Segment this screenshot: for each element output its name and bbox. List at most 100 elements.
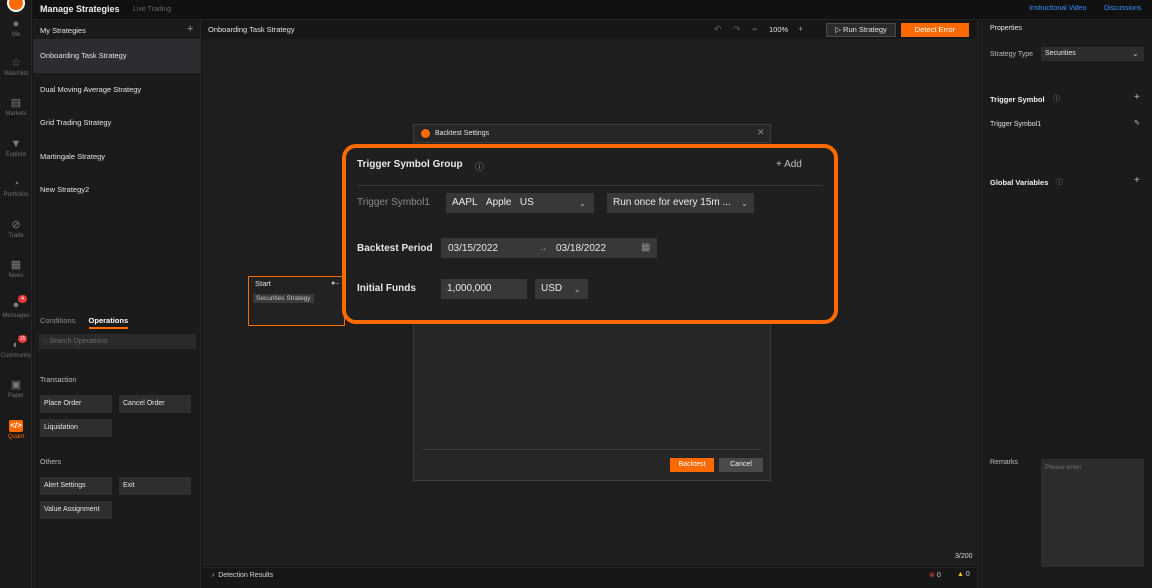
info-icon[interactable]: ⓘ [1053, 94, 1060, 104]
rail-item-label: Paper [7, 393, 24, 399]
chevron-down-icon: ⌄ [741, 199, 748, 208]
error-count: 0 [936, 572, 941, 579]
detect-error-button[interactable]: Detect Error [901, 23, 969, 37]
end-date[interactable]: 03/18/2022 [556, 243, 606, 254]
tab-conditions[interactable]: Conditions [40, 316, 75, 325]
strategy-item-new-strategy2[interactable]: New Strategy2 [33, 173, 201, 207]
rail-item-portfolios[interactable]: ◔ Portfolios [0, 178, 32, 198]
chevron-down-icon: ⌄ [574, 285, 581, 294]
error-icon: ⊗ [929, 572, 937, 579]
rail-item-label: Explore [5, 152, 27, 158]
rail-item-trade[interactable]: ⊘ Trade [0, 219, 32, 239]
rail-item-label: Messages [2, 313, 30, 319]
rail-item-label: Markets [5, 111, 27, 117]
dialog-divider [422, 449, 762, 450]
run-strategy-button[interactable]: ▷ Run Strategy [826, 23, 896, 37]
place-order-button[interactable]: Place Order [40, 395, 112, 413]
detection-results-label: Detection Results [218, 572, 274, 579]
strategy-item-martingale[interactable]: Martingale Strategy [33, 140, 201, 174]
connector-port-icon[interactable]: ●‒ [331, 280, 339, 287]
node-counter: 3/200 [955, 553, 973, 560]
run-strategy-label: Run Strategy [843, 25, 887, 34]
user-icon: ● [12, 18, 20, 30]
info-icon[interactable]: ⓘ [475, 160, 484, 173]
live-trading-tab[interactable]: Live Trading [133, 6, 171, 13]
strategy-item-grid-trading[interactable]: Grid Trading Strategy [33, 106, 201, 140]
discussions-link[interactable]: Discussions [1104, 5, 1141, 12]
canvas-title: Onboarding Task Strategy [208, 25, 295, 34]
warning-indicator[interactable]: ▲ 0 [957, 571, 970, 578]
instructional-video-link[interactable]: Instructional Video [1029, 5, 1086, 12]
liquidation-button[interactable]: Liquidation [40, 419, 112, 437]
add-label: Add [784, 159, 802, 170]
rail-item-label: Portfolios [3, 192, 29, 198]
frequency-select[interactable]: Run once for every 15m ... [607, 193, 754, 213]
others-section-title: Others [40, 459, 62, 466]
add-variable-plus-icon[interactable]: + [1134, 175, 1140, 186]
quant-icon: </> [9, 420, 23, 432]
cancel-button[interactable]: Cancel [719, 458, 763, 472]
strategy-item-onboarding[interactable]: Onboarding Task Strategy [33, 39, 201, 73]
undo-icon[interactable]: ↶ [714, 24, 722, 35]
zoom-out-icon[interactable]: − [752, 24, 757, 34]
symbol-name: Apple [485, 197, 512, 208]
rail-item-markets[interactable]: ▤ Markets [0, 97, 32, 117]
edit-pencil-icon[interactable]: ✎ [1134, 119, 1140, 127]
warning-icon: ▲ [957, 571, 966, 578]
rail-item-paper[interactable]: ▣ Paper [0, 379, 32, 399]
rail-item-explore[interactable]: ▼ Explore [0, 138, 32, 158]
rail-item-label: Quant [7, 434, 25, 440]
remarks-textarea[interactable]: Please enter [1041, 459, 1144, 567]
strategy-item-dual-moving-average[interactable]: Dual Moving Average Strategy [33, 73, 201, 107]
rail-item-me[interactable]: ● Me [0, 18, 32, 38]
cancel-order-button[interactable]: Cancel Order [119, 395, 191, 413]
strategy-type-select[interactable]: Securities [1041, 47, 1144, 61]
value-assignment-button[interactable]: Value Assignment [40, 501, 112, 519]
initial-funds-input[interactable]: 1,000,000 [441, 279, 527, 299]
add-strategy-plus-icon[interactable]: + [187, 23, 193, 35]
rail-item-messages[interactable]: ● Messages 4 [0, 295, 32, 319]
error-indicator[interactable]: ⊗ 0 [929, 571, 941, 579]
warning-count: 0 [965, 571, 970, 578]
symbol-ticker: AAPL [452, 197, 478, 208]
rail-item-label: Community [0, 353, 32, 359]
play-icon: ▷ [835, 25, 844, 34]
arrow-right-icon: → [538, 243, 548, 254]
explore-icon: ▼ [10, 138, 22, 150]
rail-item-quant[interactable]: </> Quant [0, 420, 32, 440]
trigger-symbol-title: Trigger Symbol [990, 95, 1045, 104]
close-icon[interactable]: ✕ [757, 127, 765, 138]
alert-settings-button[interactable]: Alert Settings [40, 477, 112, 495]
rail-item-news[interactable]: ▦ News [0, 259, 32, 279]
add-trigger-plus-icon[interactable]: + [1134, 92, 1140, 103]
rail-item-watchlist[interactable]: ☆ Watchlist [0, 57, 32, 77]
trigger-symbol-item[interactable]: Trigger Symbol1 [990, 121, 1041, 128]
detection-results-toggle[interactable]: › Detection Results [212, 572, 273, 579]
watchlist-icon: ☆ [11, 57, 21, 69]
rail-item-label: News [8, 273, 24, 279]
symbol-select[interactable]: AAPL Apple US [446, 193, 594, 213]
exit-button[interactable]: Exit [119, 477, 191, 495]
redo-icon[interactable]: ↷ [733, 24, 741, 35]
page-title: Manage Strategies [40, 4, 120, 14]
app-root: ● Me ☆ Watchlist ▤ Markets ▼ Explore ◔ Portfolios… [0, 0, 1152, 588]
tab-operations[interactable]: Operations [88, 316, 129, 329]
transaction-section-title: Transaction [40, 377, 77, 384]
start-date[interactable]: 03/15/2022 [448, 243, 498, 254]
trade-icon: ⊘ [11, 219, 21, 231]
calendar-icon[interactable]: ▦ [641, 242, 650, 253]
rail-item-label: Watchlist [3, 71, 29, 77]
info-icon[interactable]: ⓘ [1056, 177, 1063, 187]
initial-funds-label: Initial Funds [357, 283, 416, 294]
zoom-in-icon[interactable]: + [798, 24, 803, 34]
search-operations-input[interactable]: ○ Search Operations [39, 334, 196, 349]
global-variables-title: Global Variables [990, 178, 1049, 187]
rail-item-community[interactable]: ◐ Community 15 [0, 335, 32, 359]
search-placeholder: Search Operations [49, 338, 108, 345]
backtest-button[interactable]: Backtest [670, 458, 714, 472]
paper-icon: ▣ [10, 379, 22, 391]
chevron-down-icon: ⌄ [1132, 49, 1139, 58]
chevron-down-icon: ⌄ [579, 199, 586, 208]
add-trigger-symbol-button[interactable]: + Add [776, 159, 802, 170]
ops-tabs: Conditions Operations [40, 316, 139, 329]
